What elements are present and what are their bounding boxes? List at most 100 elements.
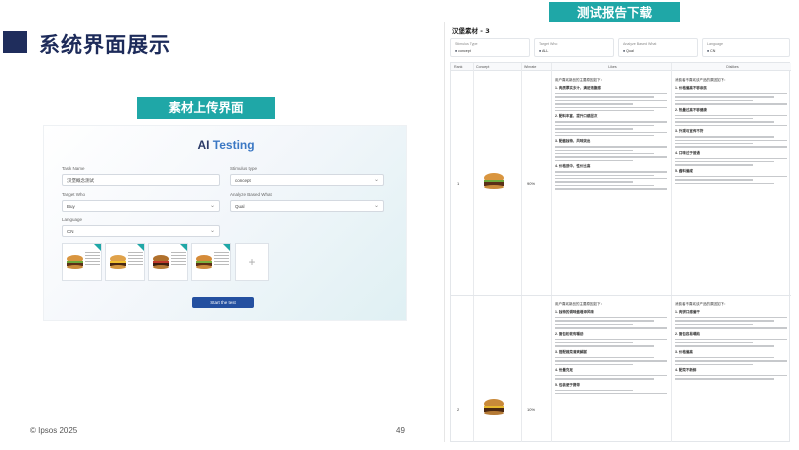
dislikes-cell: 消费者不喜欢该产品的原因如下： 1. 价格偏高不够亲民 2. 热量过高不够健康 …: [675, 75, 787, 291]
language-value: CN: [67, 229, 74, 234]
upload-screen-label: 素材上传界面: [137, 97, 275, 119]
stimulus-thumbnail[interactable]: [191, 243, 231, 281]
dislikes-point: 5. 酱料偏咸: [675, 168, 693, 173]
column-divider: [521, 63, 522, 442]
stimulus-thumbnail[interactable]: [62, 243, 102, 281]
likes-intro: 用户喜欢新品的主要原因如下：: [555, 302, 604, 306]
selected-corner-icon: [180, 244, 187, 251]
app-title-main: Testing: [212, 138, 255, 152]
likes-point: 1. 肉质厚实多汁，满足饱腹感: [555, 86, 601, 90]
dislikes-point: 3. 外观与宣传不符: [675, 129, 704, 134]
report-screen: 汉堡素材 - 3 Stimulus Type concept Target Wh…: [444, 22, 794, 442]
dislikes-point: 1. 价格偏高不够亲民: [675, 86, 707, 90]
language-select[interactable]: CN ⌄: [62, 225, 220, 237]
column-divider: [551, 63, 552, 442]
analyze-what-label: Analyze Based What: [230, 192, 272, 197]
concept-image: [484, 399, 504, 415]
concept-image: [484, 173, 504, 189]
slide-title: 系统界面展示: [39, 33, 171, 57]
stimulus-thumbnail[interactable]: [148, 243, 188, 281]
likes-cell: 用户喜欢新品的主要原因如下： 1. 独特的调味酱增添风味 2. 面包松软有嚼劲 …: [555, 299, 667, 441]
column-header-likes: Likes: [551, 63, 671, 71]
filter-value: ALL: [539, 49, 548, 53]
analyze-what-select[interactable]: Qual ⌄: [230, 200, 384, 212]
likes-point: 2. 配料丰富，提升口感层次: [555, 114, 598, 119]
likes-point: 1. 独特的调味酱增添风味: [555, 310, 594, 314]
filter-key: Analyze Based What: [623, 42, 657, 46]
add-stimulus-button[interactable]: +: [235, 243, 269, 281]
column-header-rank: Rank: [451, 63, 473, 71]
dislikes-point: 4. 配菜不新鲜: [675, 367, 697, 372]
page-number: 49: [396, 426, 405, 435]
dislikes-cell: 消费者不喜欢该产品的原因如下： 1. 肉饼口感偏干 2. 面包容易塌陷 3. 价…: [675, 299, 787, 441]
dislikes-point: 2. 热量过高不够健康: [675, 107, 707, 112]
target-who-select[interactable]: Buy ⌄: [62, 200, 220, 212]
analyze-what-value: Qual: [235, 204, 245, 209]
likes-cell: 用户喜欢新品的主要原因如下： 1. 肉质厚实多汁，满足饱腹感 2. 配料丰富，提…: [555, 75, 667, 291]
filter-value: CN: [707, 49, 715, 53]
filter-language[interactable]: Language CN: [702, 38, 790, 57]
target-who-value: Buy: [67, 204, 75, 209]
stimulus-type-value: concept: [235, 178, 251, 183]
filter-key: Target Who: [539, 42, 558, 46]
burger-image: [67, 255, 83, 269]
burger-image: [196, 255, 212, 269]
language-label: Language: [62, 217, 83, 222]
filter-target-who[interactable]: Target Who ALL: [534, 38, 614, 57]
selected-corner-icon: [223, 244, 230, 251]
likes-point: 4. 份量充足: [555, 367, 573, 372]
dislikes-point: 1. 肉饼口感偏干: [675, 310, 700, 314]
likes-point: 3. 配酱独特，风味突出: [555, 139, 591, 144]
dislikes-intro: 消费者不喜欢该产品的原因如下：: [675, 78, 728, 82]
app-title: AI Testing: [44, 138, 408, 152]
selected-corner-icon: [94, 244, 101, 251]
likes-point: 5. 包装便于携带: [555, 382, 580, 387]
target-who-label: Target Who: [62, 192, 86, 197]
thumbnail-text-lines: [85, 252, 100, 267]
likes-point: 3. 搭配蔬菜清爽解腻: [555, 349, 587, 354]
column-header-winrate: Winrate: [521, 63, 551, 71]
thumbnail-text-lines: [214, 252, 229, 267]
task-name-input[interactable]: 汉堡概念测试: [62, 174, 220, 186]
plus-icon: +: [248, 255, 256, 269]
likes-intro: 用户喜欢新品的主要原因如下：: [555, 78, 604, 82]
start-test-button[interactable]: Start the test: [192, 297, 254, 308]
stimulus-thumbnail[interactable]: [105, 243, 145, 281]
dislikes-point: 4. 口味过于普通: [675, 150, 700, 155]
filter-value: Qual: [623, 49, 634, 53]
report-title: 汉堡素材 - 3: [452, 27, 490, 35]
filter-key: Language: [707, 42, 723, 46]
chevron-down-icon: ⌄: [209, 228, 215, 234]
app-title-prefix: AI: [197, 138, 210, 152]
row-winrate: 10%: [527, 407, 536, 412]
likes-point: 2. 面包松软有嚼劲: [555, 331, 584, 336]
thumbnail-text-lines: [171, 252, 186, 267]
filter-stimulus-type[interactable]: Stimulus Type concept: [450, 38, 530, 57]
filter-key: Stimulus Type: [455, 42, 478, 46]
row-rank: 1: [457, 181, 460, 186]
report-download-label: 测试报告下载: [549, 2, 680, 23]
dislikes-point: 2. 面包容易塌陷: [675, 331, 700, 336]
dislikes-point: 3. 价格偏高: [675, 349, 693, 354]
filter-analyze-what[interactable]: Analyze Based What Qual: [618, 38, 698, 57]
column-divider: [671, 63, 672, 442]
task-name-label: Task Name: [62, 166, 85, 171]
title-accent-bar: [3, 31, 27, 53]
chevron-down-icon: ⌄: [209, 203, 215, 209]
burger-image: [153, 255, 169, 269]
column-divider: [473, 63, 474, 442]
stimulus-type-label: Stimulus type: [230, 166, 258, 171]
column-header-concept: Concept: [473, 63, 521, 71]
likes-point: 4. 价格适中，性价比高: [555, 164, 591, 169]
column-header-dislikes: Dislikes: [671, 63, 791, 71]
stimulus-type-select[interactable]: concept ⌄: [230, 174, 384, 186]
filter-value: concept: [455, 49, 471, 53]
row-divider: [451, 295, 791, 296]
task-name-value: 汉堡概念测试: [67, 178, 94, 183]
burger-image: [110, 255, 126, 269]
footer-copyright: © Ipsos 2025: [30, 426, 78, 435]
thumbnail-text-lines: [128, 252, 143, 267]
row-winrate: 90%: [527, 181, 536, 186]
dislikes-intro: 消费者不喜欢该产品的原因如下：: [675, 302, 728, 306]
results-table: Rank Concept Winrate Likes Dislikes 1 90…: [450, 62, 791, 442]
